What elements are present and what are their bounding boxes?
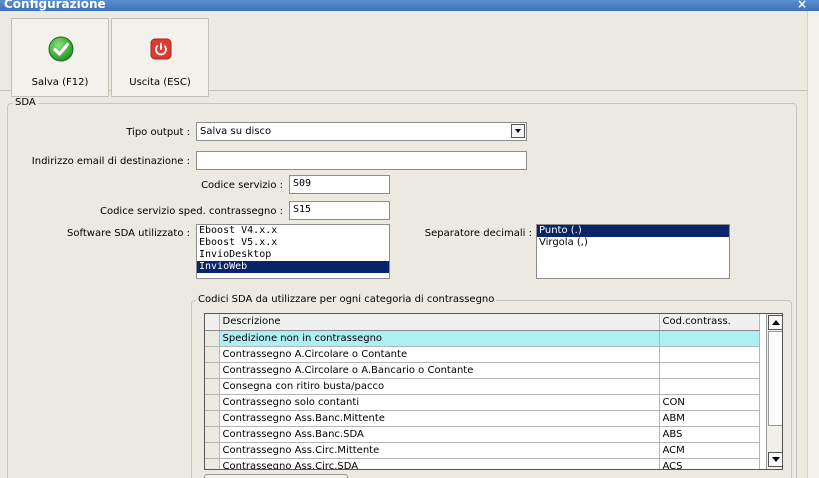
toolbar: Salva (F12) Uscita (ESC) xyxy=(0,11,807,97)
cell-codice[interactable]: ACM xyxy=(659,442,760,459)
table-row[interactable]: Spedizione non in contrassegno xyxy=(205,330,760,347)
chevron-down-icon[interactable] xyxy=(511,124,525,138)
email-field[interactable] xyxy=(196,151,527,170)
software-listbox[interactable]: Eboost V4.x.x Eboost V5.x.x InvioDesktop… xyxy=(196,224,390,279)
email-label: Indirizzo email di destinazione : xyxy=(31,156,190,167)
cell-descrizione[interactable]: Contrassegno A.Circolare o Contante xyxy=(219,346,660,363)
codici-group-title: Codici SDA da utilizzare per ogni catego… xyxy=(196,294,497,305)
cell-codice[interactable]: ACS xyxy=(659,458,760,469)
partial-button[interactable] xyxy=(204,474,348,478)
cell-codice[interactable] xyxy=(659,346,760,363)
table-row[interactable]: Contrassegno A.Circolare o Contante xyxy=(205,346,760,363)
grid-header-row: Descrizione Cod.contrass. xyxy=(205,314,760,331)
table-row[interactable]: Contrassegno Ass.Circ.SDA ACS xyxy=(205,458,760,469)
codice-contrassegno-field[interactable]: S15 xyxy=(289,201,390,220)
close-icon[interactable]: × xyxy=(797,0,807,11)
window-scrollbar[interactable] xyxy=(807,11,819,478)
software-option[interactable]: Eboost V5.x.x xyxy=(197,237,389,249)
exit-button-label: Uscita (ESC) xyxy=(129,77,191,88)
scroll-down-icon[interactable] xyxy=(768,452,782,467)
table-row[interactable]: Contrassegno solo contanti CON xyxy=(205,394,760,411)
codice-servizio-label: Codice servizio : xyxy=(201,180,283,191)
cell-codice[interactable]: ABM xyxy=(659,410,760,427)
cell-descrizione[interactable]: Contrassegno Ass.Circ.Mittente xyxy=(219,442,660,459)
tipo-output-select[interactable]: Salva su disco xyxy=(196,122,527,141)
column-header-descrizione[interactable]: Descrizione xyxy=(219,314,660,331)
tipo-output-value: Salva su disco xyxy=(200,126,272,137)
separatore-listbox[interactable]: Punto (.) Virgola (,) xyxy=(536,224,730,279)
software-option[interactable]: InvioDesktop xyxy=(197,249,389,261)
software-option-selected[interactable]: InvioWeb xyxy=(197,261,389,273)
cell-descrizione[interactable]: Contrassegno solo contanti xyxy=(219,394,660,411)
scroll-thumb[interactable] xyxy=(768,331,782,426)
table-row[interactable]: Contrassegno Ass.Banc.Mittente ABM xyxy=(205,410,760,427)
table-row[interactable]: Consegna con ritiro busta/pacco xyxy=(205,378,760,395)
cell-descrizione[interactable]: Consegna con ritiro busta/pacco xyxy=(219,378,660,395)
cell-descrizione[interactable]: Contrassegno A.Circolare o A.Bancario o … xyxy=(219,362,660,379)
row-indicator xyxy=(205,314,220,331)
row-indicator[interactable] xyxy=(205,330,220,347)
scroll-up-icon[interactable] xyxy=(768,315,782,330)
cell-descrizione[interactable]: Spedizione non in contrassegno xyxy=(219,330,660,347)
cell-codice[interactable] xyxy=(659,378,760,395)
table-row[interactable]: Contrassegno Ass.Banc.SDA ABS xyxy=(205,426,760,443)
software-label: Software SDA utilizzato : xyxy=(67,228,190,239)
tipo-output-label: Tipo output : xyxy=(126,127,190,138)
codici-grid[interactable]: Descrizione Cod.contrass. Spedizione non… xyxy=(204,313,783,470)
cell-descrizione[interactable]: Contrassegno Ass.Circ.SDA xyxy=(219,458,660,469)
cell-codice[interactable]: CON xyxy=(659,394,760,411)
cell-codice[interactable] xyxy=(659,330,760,347)
row-indicator[interactable] xyxy=(205,442,220,459)
codice-servizio-field[interactable]: S09 xyxy=(289,175,390,194)
row-indicator[interactable] xyxy=(205,426,220,443)
save-button-label: Salva (F12) xyxy=(31,77,89,88)
window-title: Configurazione xyxy=(4,0,106,11)
title-bar: Configurazione × xyxy=(0,0,819,11)
column-header-codice[interactable]: Cod.contrass. xyxy=(659,314,760,331)
software-option[interactable]: Eboost V4.x.x xyxy=(197,225,389,237)
row-indicator[interactable] xyxy=(205,346,220,363)
cell-codice[interactable] xyxy=(659,362,760,379)
power-icon xyxy=(150,38,172,60)
row-indicator[interactable] xyxy=(205,458,220,469)
separatore-option[interactable]: Virgola (,) xyxy=(537,237,729,249)
save-button[interactable]: Salva (F12) xyxy=(11,18,109,97)
cell-descrizione[interactable]: Contrassegno Ass.Banc.Mittente xyxy=(219,410,660,427)
check-circle-icon xyxy=(48,36,74,62)
cell-descrizione[interactable]: Contrassegno Ass.Banc.SDA xyxy=(219,426,660,443)
separatore-option-selected[interactable]: Punto (.) xyxy=(537,225,729,237)
grid-scrollbar[interactable] xyxy=(766,314,782,469)
sda-group-title: SDA xyxy=(13,97,38,108)
row-indicator[interactable] xyxy=(205,362,220,379)
table-row[interactable]: Contrassegno Ass.Circ.Mittente ACM xyxy=(205,442,760,459)
row-indicator[interactable] xyxy=(205,378,220,395)
table-row[interactable]: Contrassegno A.Circolare o A.Bancario o … xyxy=(205,362,760,379)
row-indicator[interactable] xyxy=(205,410,220,427)
separatore-label: Separatore decimali : xyxy=(424,228,532,239)
exit-button[interactable]: Uscita (ESC) xyxy=(111,18,209,97)
row-indicator[interactable] xyxy=(205,394,220,411)
codice-contrassegno-label: Codice servizio sped. contrassegno : xyxy=(99,206,283,217)
cell-codice[interactable]: ABS xyxy=(659,426,760,443)
